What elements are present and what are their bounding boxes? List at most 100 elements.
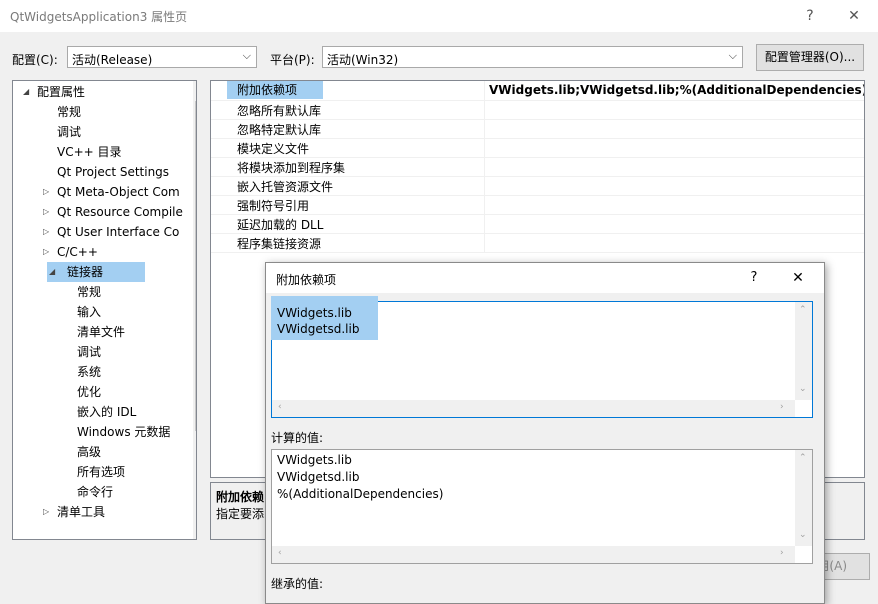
tree-item[interactable]: ▷ 清单工具 <box>13 502 181 522</box>
dialog-close-button[interactable]: ✕ <box>788 268 808 288</box>
property-row[interactable]: 将模块添加到程序集 <box>211 157 864 177</box>
collapsed-arrow-icon[interactable]: ▷ <box>43 222 49 242</box>
tree-item[interactable]: 调试 <box>13 342 181 362</box>
tree-item-label: 嵌入的 IDL <box>77 405 137 419</box>
property-row[interactable]: 强制符号引用 <box>211 195 864 215</box>
tree-item[interactable]: 系统 <box>13 362 181 382</box>
edit-horizontal-scrollbar[interactable]: ‹ › <box>272 400 795 417</box>
tree-item[interactable]: Qt Project Settings <box>13 162 181 182</box>
property-row[interactable]: 嵌入托管资源文件 <box>211 176 864 196</box>
tree-item[interactable]: ◢ 链接器 <box>47 262 145 282</box>
tree-item-label: 优化 <box>77 385 102 399</box>
config-manager-button[interactable]: 配置管理器(O)... <box>756 44 864 71</box>
column-divider <box>484 195 485 214</box>
tree-item-label: 输入 <box>77 305 102 319</box>
additional-dependencies-dialog: 附加依赖项 ? ✕ VWidgets.lib VWidgetsd.lib ⌃ ⌄… <box>265 262 825 604</box>
scroll-up-icon[interactable]: ⌃ <box>799 453 807 463</box>
tree-item-label: VC++ 目录 <box>57 145 122 159</box>
tree-item-label: 调试 <box>57 125 82 139</box>
property-name: 忽略特定默认库 <box>237 123 322 137</box>
tree-scrollbar[interactable]: ▲ ▼ <box>193 81 196 539</box>
property-row[interactable]: 模块定义文件 <box>211 138 864 158</box>
tree-item[interactable]: 输入 <box>13 302 181 322</box>
computed-line: VWidgets.lib <box>277 453 352 467</box>
column-divider <box>484 157 485 176</box>
tree-item[interactable]: ▷ Qt Meta-Object Com <box>13 182 181 202</box>
tree-item-label: Qt Meta-Object Com <box>57 185 180 199</box>
title-bar: QtWidgetsApplication3 属性页 ? ✕ <box>0 0 878 32</box>
tree-item[interactable]: ▷ Qt Resource Compile <box>13 202 183 222</box>
scroll-down-icon[interactable]: ⌄ <box>799 530 807 540</box>
property-tree[interactable]: ◢ 配置属性 常规 调试 VC++ 目录 Qt Project Settings ▷ Qt M… <box>12 80 197 540</box>
collapsed-arrow-icon[interactable]: ▷ <box>43 502 49 522</box>
platform-value: 活动(Win32) <box>327 53 399 67</box>
tree-item[interactable]: Windows 元数据 <box>13 422 181 442</box>
scroll-left-icon[interactable]: ‹ <box>278 548 282 558</box>
property-row[interactable]: 延迟加载的 DLL <box>211 214 864 234</box>
tree-item[interactable]: ▷ C/C++ <box>13 242 181 262</box>
tree-item-label: 高级 <box>77 445 102 459</box>
collapsed-arrow-icon[interactable]: ▷ <box>43 242 49 262</box>
computed-values-box[interactable]: VWidgets.lib VWidgetsd.lib %(AdditionalD… <box>271 449 813 564</box>
platform-label: 平台(P): <box>270 53 315 67</box>
property-name: 附加依赖项 <box>227 81 324 99</box>
expanded-arrow-icon[interactable]: ◢ <box>23 82 29 102</box>
close-button[interactable]: ✕ <box>844 6 864 26</box>
property-name: 强制符号引用 <box>237 199 310 213</box>
chevron-down-icon: ⌵ <box>728 49 737 62</box>
property-name: 忽略所有默认库 <box>237 104 322 118</box>
tree-item-label: 命令行 <box>77 485 114 499</box>
scroll-left-icon[interactable]: ‹ <box>278 402 282 412</box>
help-button[interactable]: ? <box>800 6 820 26</box>
tree-item[interactable]: 清单文件 <box>13 322 181 342</box>
property-value[interactable]: VWidgets.lib;VWidgetsd.lib;%(AdditionalD… <box>489 83 864 97</box>
property-row[interactable]: 附加依赖项 VWidgets.lib;VWidgetsd.lib;%(Additi… <box>211 81 864 101</box>
computed-line: %(AdditionalDependencies) <box>277 487 444 501</box>
window-title: QtWidgetsApplication3 属性页 <box>10 10 188 24</box>
tree-scroll-thumb[interactable] <box>195 101 196 431</box>
computed-horizontal-scrollbar[interactable]: ‹ › <box>272 546 795 563</box>
tree-item-label: Qt Project Settings <box>57 165 170 179</box>
edit-vertical-scrollbar[interactable]: ⌃ ⌄ <box>795 302 812 400</box>
computed-vertical-scrollbar[interactable]: ⌃ ⌄ <box>795 450 812 546</box>
tree-item[interactable]: ◢ 配置属性 <box>13 82 181 102</box>
tree-item-label: 系统 <box>77 365 102 379</box>
computed-values-label: 计算的值: <box>271 431 324 445</box>
scroll-up-icon[interactable]: ⌃ <box>799 305 807 315</box>
tree-item[interactable]: 所有选项 <box>13 462 181 482</box>
property-row[interactable]: 忽略特定默认库 <box>211 119 864 139</box>
tree-item-label: 清单工具 <box>57 505 106 519</box>
platform-dropdown[interactable]: 活动(Win32) ⌵ <box>322 46 743 68</box>
tree-item[interactable]: 优化 <box>13 382 181 402</box>
column-divider <box>484 233 485 252</box>
tree-item[interactable]: 常规 <box>13 282 181 302</box>
tree-item[interactable]: 高级 <box>13 442 181 462</box>
tree-item-label: Qt Resource Compile <box>57 205 183 219</box>
tree-item[interactable]: 嵌入的 IDL <box>13 402 181 422</box>
scroll-right-icon[interactable]: › <box>780 548 784 558</box>
config-dropdown[interactable]: 活动(Release) ⌵ <box>67 46 257 68</box>
scroll-down-icon[interactable]: ⌄ <box>799 384 807 394</box>
tree-item[interactable]: 调试 <box>13 122 181 142</box>
column-divider <box>484 138 485 157</box>
collapsed-arrow-icon[interactable]: ▷ <box>43 182 49 202</box>
tree-item[interactable]: 命令行 <box>13 482 181 502</box>
computed-line: VWidgetsd.lib <box>277 470 360 484</box>
tree-item[interactable]: VC++ 目录 <box>13 142 181 162</box>
chevron-down-icon: ⌵ <box>242 49 251 62</box>
column-divider <box>484 214 485 233</box>
dialog-help-button[interactable]: ? <box>744 268 764 288</box>
tree-item-label: 清单文件 <box>77 325 126 339</box>
expanded-arrow-icon[interactable]: ◢ <box>49 262 55 282</box>
tree-item[interactable]: 常规 <box>13 102 181 122</box>
edit-line: VWidgets.lib <box>277 306 352 320</box>
column-divider <box>484 119 485 138</box>
property-row[interactable]: 忽略所有默认库 <box>211 100 864 120</box>
collapsed-arrow-icon[interactable]: ▷ <box>43 202 49 222</box>
dependencies-edit-box[interactable]: VWidgets.lib VWidgetsd.lib ⌃ ⌄ ‹ › <box>271 296 813 418</box>
tree-item[interactable]: ▷ Qt User Interface Co <box>13 222 181 242</box>
tree-item-label: 常规 <box>77 285 102 299</box>
scroll-right-icon[interactable]: › <box>780 402 784 412</box>
property-row[interactable]: 程序集链接资源 <box>211 233 864 253</box>
tree-item-label: 所有选项 <box>77 465 126 479</box>
